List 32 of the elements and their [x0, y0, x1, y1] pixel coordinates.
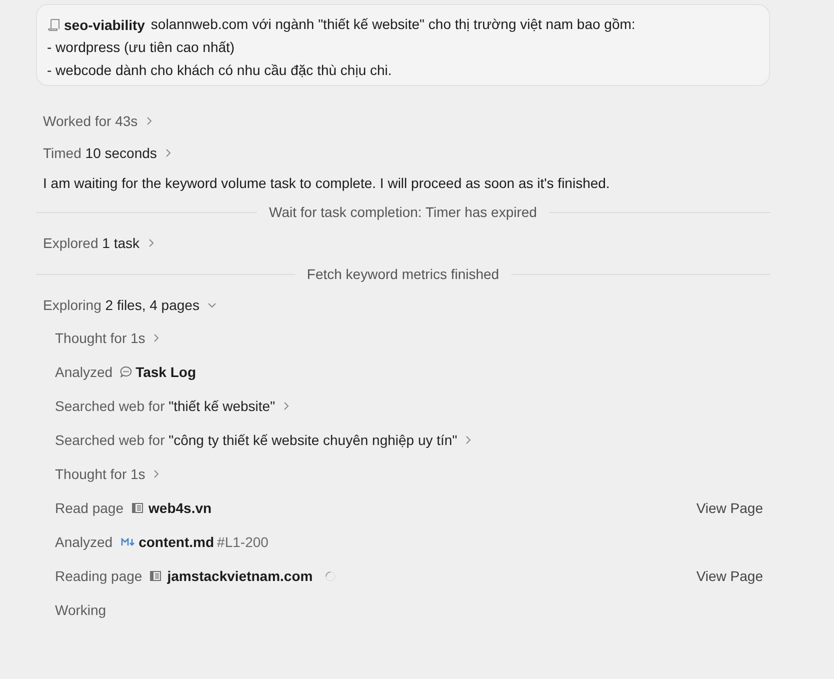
assistant-message: I am waiting for the keyword volume task to complete. I will proceed as soon as it's finished. — [43, 175, 610, 191]
line-range: #L1-200 — [217, 534, 268, 550]
file-name[interactable]: content.md — [138, 534, 214, 550]
divider-text: Fetch keyword metrics finished — [306, 266, 500, 282]
step-label: Reading page — [55, 568, 142, 584]
scroll-icon — [47, 18, 61, 32]
step-label: Analyzed — [55, 534, 113, 550]
step-toggle[interactable]: Timed 10 seconds — [43, 145, 171, 161]
step-label: Read page — [55, 500, 124, 516]
skill-tag: seo-viability — [64, 16, 145, 32]
page-domain[interactable]: jamstackvietnam.com — [167, 568, 313, 584]
step-toggle[interactable]: Exploring 2 files, 4 pages — [43, 297, 216, 313]
message-line: - wordpress (ưu tiên cao nhất) — [47, 38, 236, 57]
status-label: Working — [55, 602, 106, 618]
step-toggle[interactable]: Explored 1 task — [43, 235, 154, 251]
log-title[interactable]: Task Log — [136, 364, 196, 380]
chat-bubble-icon — [120, 366, 132, 378]
message-line: - webcode dành cho khách có nhu cầu đặc thù chịu chi. — [47, 60, 393, 80]
message-line: solannweb.com với ngành "thiết kế website" cho thị trường việt nam bao gồm: — [150, 15, 636, 34]
view-page-link[interactable]: View Page — [696, 500, 763, 516]
step-toggle[interactable]: Searched web for "công ty thiết kế website chuyên nghiệp uy tín" — [55, 432, 472, 448]
page-icon — [150, 571, 162, 581]
view-page-link[interactable]: View Page — [696, 568, 763, 584]
step-label: Analyzed — [55, 364, 113, 380]
step-toggle[interactable]: Thought for 1s — [55, 330, 160, 346]
markdown-icon — [120, 538, 135, 546]
step-toggle[interactable]: Worked for 43s — [43, 113, 152, 129]
step-toggle[interactable]: Searched web for "thiết kế website" — [55, 398, 290, 414]
page-domain[interactable]: web4s.vn — [148, 500, 212, 516]
divider-text: Wait for task completion: Timer has expired — [268, 204, 538, 220]
step-toggle[interactable]: Thought for 1s — [55, 466, 160, 482]
page-icon — [132, 503, 143, 513]
